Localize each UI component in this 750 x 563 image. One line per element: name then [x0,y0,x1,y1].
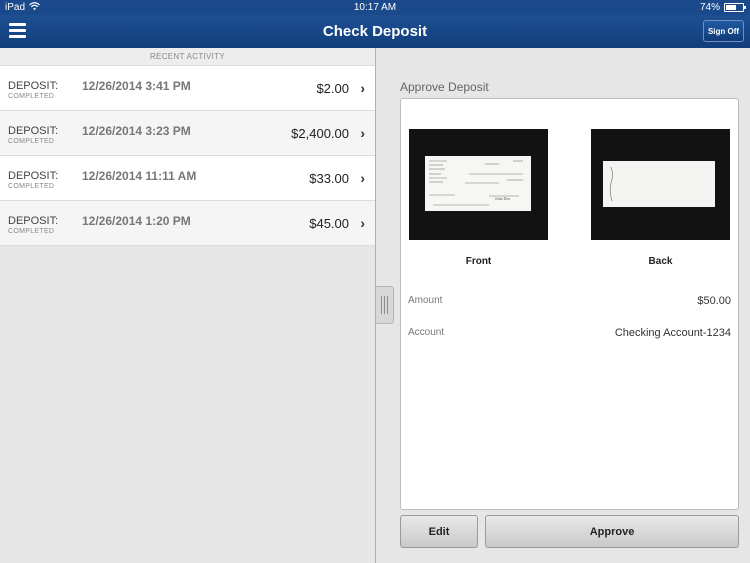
battery-percent: 74% [699,2,720,13]
activity-amount: $2.00 [316,81,349,96]
activity-row[interactable]: DEPOSIT: COMPLETED 12/26/2014 11:11 AM $… [0,156,375,201]
amount-label: Amount [408,295,443,306]
front-label: Front [465,256,492,267]
check-front-paper: John Doe [425,156,531,211]
back-label: Back [648,256,673,267]
approve-deposit-title: Approve Deposit [400,80,489,94]
activity-date: 12/26/2014 1:20 PM [82,214,191,228]
status-bar: iPad 10:17 AM 74% [0,0,750,15]
activity-date: 12/26/2014 11:11 AM [82,169,197,183]
chevron-right-icon: › [360,215,365,231]
activity-amount: $33.00 [309,171,349,186]
activity-type: DEPOSIT: [8,170,59,182]
sign-off-button[interactable]: Sign Off [703,20,744,42]
amount-value: $50.00 [697,295,731,307]
svg-text:John Doe: John Doe [495,196,510,201]
account-label: Account [408,327,445,338]
approve-button[interactable]: Approve [485,515,739,548]
activity-amount: $2,400.00 [291,126,349,141]
activity-type: DEPOSIT: [8,215,59,227]
drag-handle[interactable] [376,286,394,324]
activity-date: 12/26/2014 3:41 PM [82,79,191,93]
activity-status: COMPLETED [8,93,55,100]
check-back-image[interactable] [591,129,730,240]
deposit-card: John Doe Front Back Amount $50.00 Accoun… [400,98,739,510]
check-back-paper [603,161,715,207]
page-title: Check Deposit [322,23,428,40]
activity-status: COMPLETED [8,183,55,190]
account-value: Checking Account-1234 [614,327,731,339]
chevron-right-icon: › [360,170,365,186]
recent-activity-panel: RECENT ACTIVITY DEPOSIT: COMPLETED 12/26… [0,48,375,563]
activity-date: 12/26/2014 3:23 PM [82,124,191,138]
activity-status: COMPLETED [8,228,55,235]
clock: 10:17 AM [353,2,397,13]
activity-status: COMPLETED [8,138,55,145]
activity-row[interactable]: DEPOSIT: COMPLETED 12/26/2014 3:41 PM $2… [0,66,375,111]
activity-row[interactable]: DEPOSIT: COMPLETED 12/26/2014 3:23 PM $2… [0,111,375,156]
activity-type: DEPOSIT: [8,80,59,92]
edit-button[interactable]: Edit [400,515,478,548]
approve-deposit-panel: Approve Deposit John Doe Front Back Amou… [376,48,750,563]
activity-amount: $45.00 [309,216,349,231]
battery-icon [724,3,746,12]
activity-row[interactable]: DEPOSIT: COMPLETED 12/26/2014 1:20 PM $4… [0,201,375,246]
recent-activity-heading: RECENT ACTIVITY [0,48,375,66]
nav-bar: Check Deposit Sign Off [0,15,750,49]
activity-type: DEPOSIT: [8,125,59,137]
chevron-right-icon: › [360,125,365,141]
chevron-right-icon: › [360,80,365,96]
check-front-image[interactable]: John Doe [409,129,548,240]
